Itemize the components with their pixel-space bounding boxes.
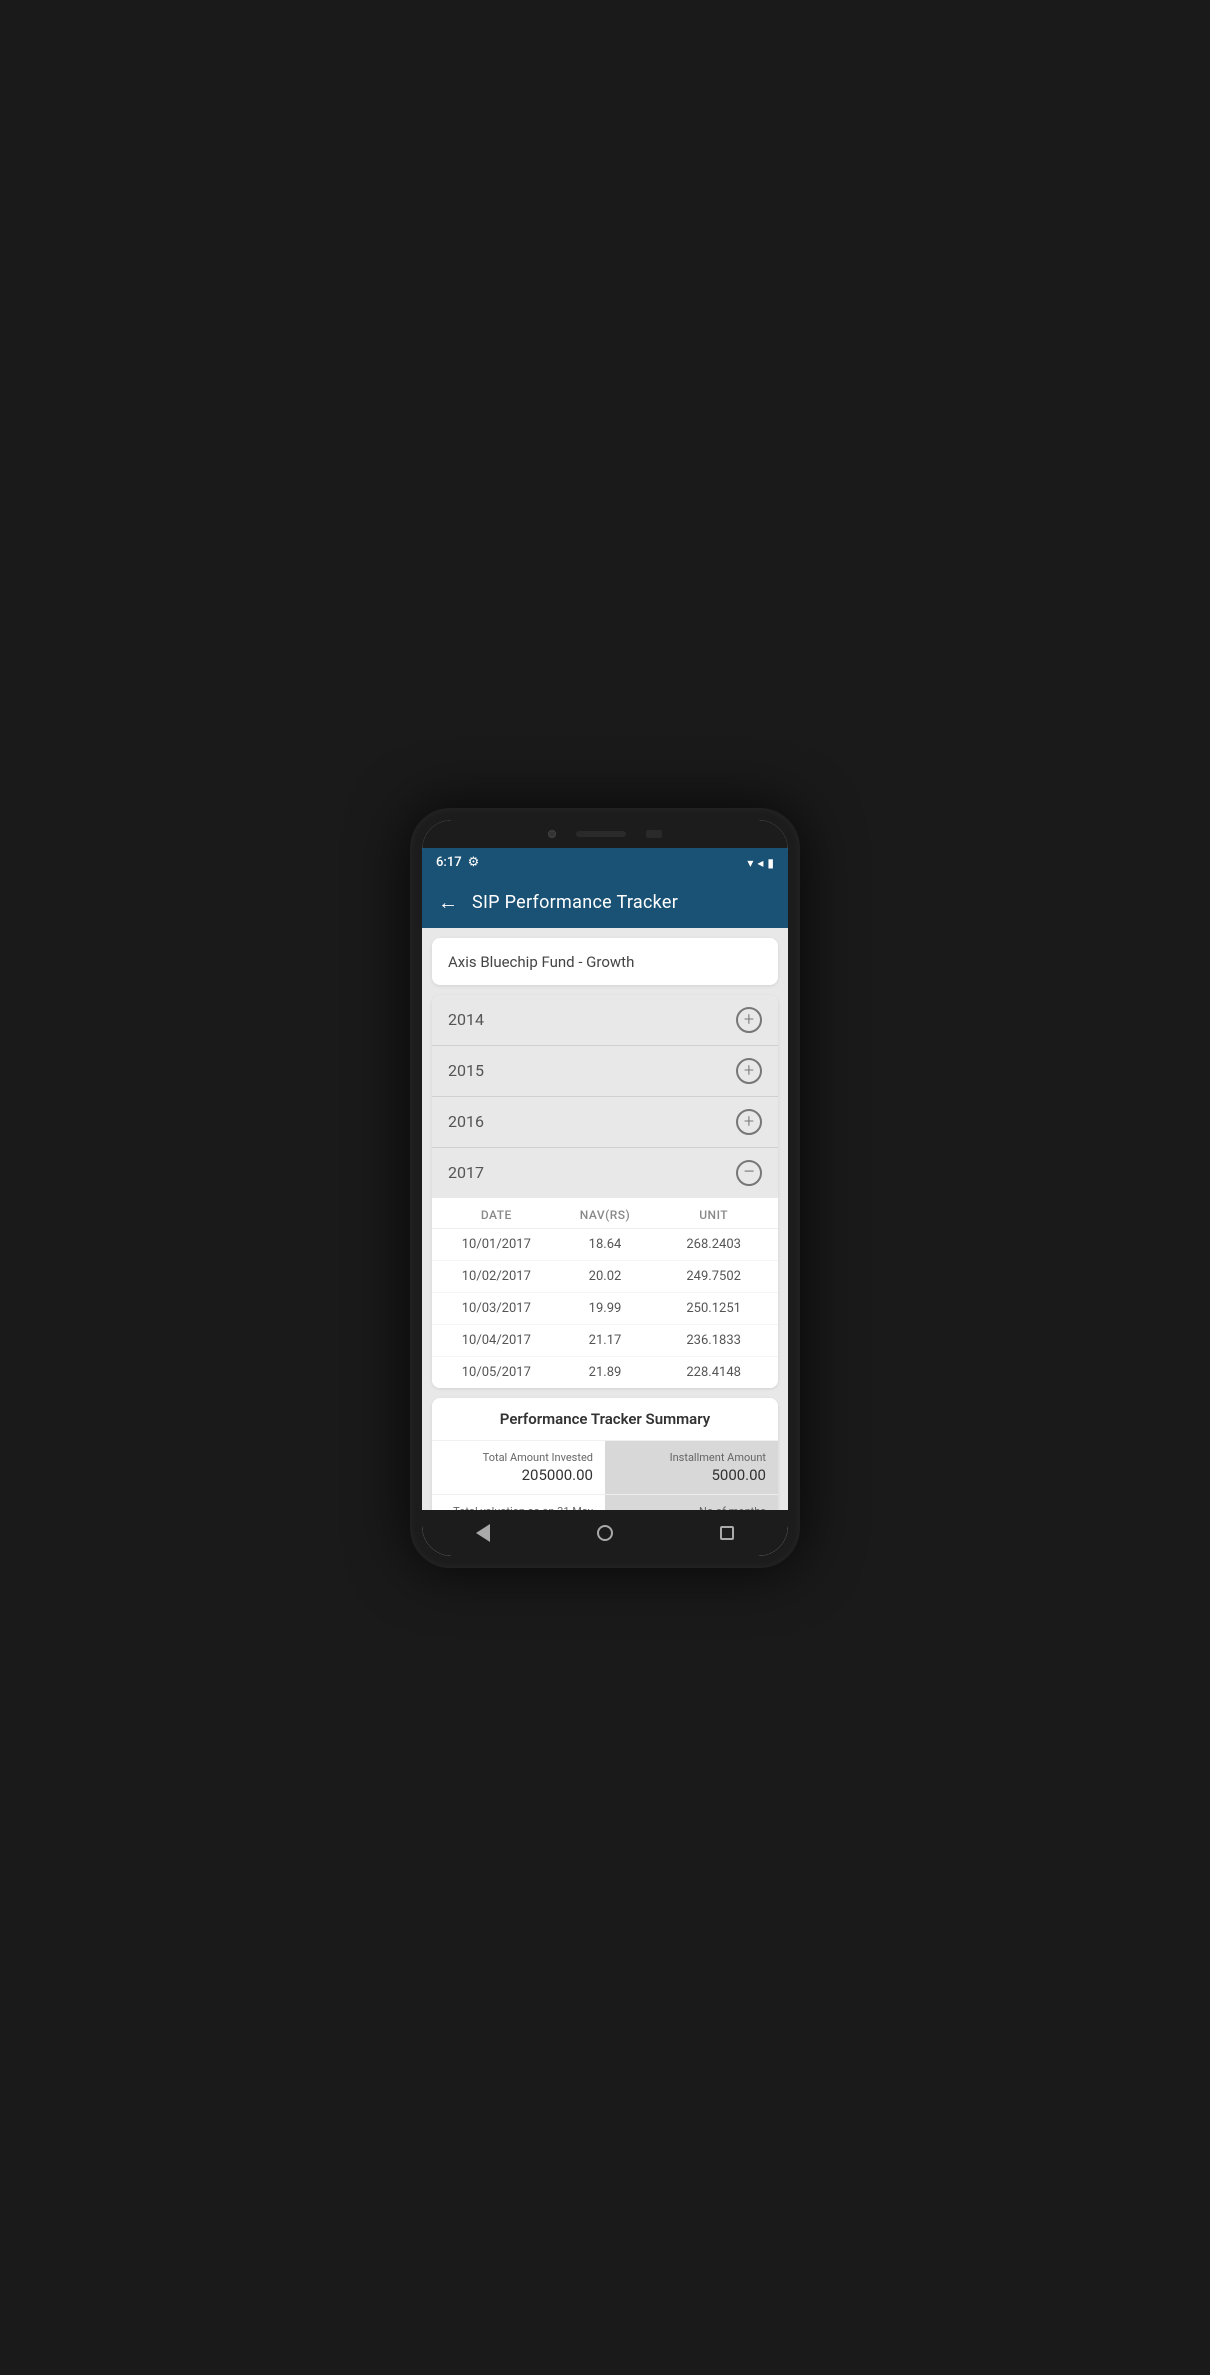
table-row: 10/01/2017 18.64 268.2403 bbox=[432, 1229, 778, 1261]
row4-date: 10/04/2017 bbox=[442, 1333, 551, 1348]
app-header: ← SIP Performance Tracker bbox=[422, 878, 788, 928]
total-invested-label: Total Amount Invested bbox=[444, 1451, 593, 1464]
year-row-2016[interactable]: 2016 + bbox=[432, 1097, 778, 1148]
table-row: 10/04/2017 21.17 236.1833 bbox=[432, 1325, 778, 1357]
year-label-2015: 2015 bbox=[448, 1061, 484, 1080]
page-title: SIP Performance Tracker bbox=[472, 892, 678, 913]
main-content: Axis Bluechip Fund - Growth 2014 + 2015 … bbox=[422, 928, 788, 1510]
recents-square-icon bbox=[720, 1526, 734, 1540]
fund-name-card: Axis Bluechip Fund - Growth bbox=[432, 938, 778, 985]
summary-valuation: Total valuation as on 31 May 2017 250762… bbox=[432, 1495, 605, 1510]
table-row: 10/03/2017 19.99 250.1251 bbox=[432, 1293, 778, 1325]
row1-nav: 18.64 bbox=[551, 1237, 660, 1252]
back-triangle-icon bbox=[476, 1524, 490, 1542]
col-nav: NAV(Rs) bbox=[551, 1208, 660, 1222]
row2-nav: 20.02 bbox=[551, 1269, 660, 1284]
year-row-2015[interactable]: 2015 + bbox=[432, 1046, 778, 1097]
year-label-2017: 2017 bbox=[448, 1163, 484, 1182]
row2-unit: 249.7502 bbox=[659, 1269, 768, 1284]
summary-title: Performance Tracker Summary bbox=[432, 1398, 778, 1441]
recents-nav-button[interactable] bbox=[712, 1518, 742, 1548]
row5-nav: 21.89 bbox=[551, 1365, 660, 1380]
row4-unit: 236.1833 bbox=[659, 1333, 768, 1348]
back-button[interactable]: ← bbox=[438, 890, 458, 915]
fund-name: Axis Bluechip Fund - Growth bbox=[448, 953, 634, 971]
status-bar: 6:17 ⚙ ▾ ◂ ▮ bbox=[422, 848, 788, 878]
summary-row-1: Total Amount Invested 205000.00 Installm… bbox=[432, 1441, 778, 1495]
year-accordion: 2014 + 2015 + 2016 + 2017 − bbox=[432, 995, 778, 1388]
row3-nav: 19.99 bbox=[551, 1301, 660, 1316]
expanded-table-2017: DATE NAV(Rs) UNIT 10/01/2017 18.64 268.2… bbox=[432, 1198, 778, 1388]
camera-dot bbox=[548, 830, 556, 838]
battery-icon: ▮ bbox=[767, 856, 774, 870]
summary-row-2: Total valuation as on 31 May 2017 250762… bbox=[432, 1495, 778, 1510]
home-circle-icon bbox=[597, 1525, 613, 1541]
year-row-2017[interactable]: 2017 − bbox=[432, 1148, 778, 1198]
valuation-label: Total valuation as on 31 May 2017 bbox=[444, 1505, 593, 1510]
speaker-grill bbox=[576, 831, 626, 837]
home-nav-button[interactable] bbox=[589, 1517, 621, 1549]
row5-date: 10/05/2017 bbox=[442, 1365, 551, 1380]
months-label: No of months bbox=[617, 1505, 766, 1510]
back-nav-button[interactable] bbox=[468, 1516, 498, 1550]
expand-icon-2016: + bbox=[736, 1109, 762, 1135]
row4-nav: 21.17 bbox=[551, 1333, 660, 1348]
row1-date: 10/01/2017 bbox=[442, 1237, 551, 1252]
table-header: DATE NAV(Rs) UNIT bbox=[432, 1198, 778, 1229]
installment-value: 5000.00 bbox=[617, 1466, 766, 1484]
year-label-2016: 2016 bbox=[448, 1112, 484, 1131]
bottom-navigation bbox=[422, 1510, 788, 1556]
collapse-icon-2017: − bbox=[736, 1160, 762, 1186]
status-left: 6:17 ⚙ bbox=[436, 855, 479, 870]
summary-months: No of months 41 bbox=[605, 1495, 778, 1510]
total-invested-value: 205000.00 bbox=[444, 1466, 593, 1484]
time-display: 6:17 bbox=[436, 855, 462, 870]
table-row: 10/02/2017 20.02 249.7502 bbox=[432, 1261, 778, 1293]
status-right: ▾ ◂ ▮ bbox=[747, 856, 774, 870]
table-row: 10/05/2017 21.89 228.4148 bbox=[432, 1357, 778, 1388]
year-row-2014[interactable]: 2014 + bbox=[432, 995, 778, 1046]
phone-top-bar bbox=[422, 820, 788, 848]
installment-label: Installment Amount bbox=[617, 1451, 766, 1464]
col-unit: UNIT bbox=[659, 1208, 768, 1222]
summary-total-invested: Total Amount Invested 205000.00 bbox=[432, 1441, 605, 1494]
wifi-icon: ▾ bbox=[747, 856, 753, 870]
row3-unit: 250.1251 bbox=[659, 1301, 768, 1316]
signal-icon: ◂ bbox=[757, 856, 763, 870]
col-date: DATE bbox=[442, 1208, 551, 1222]
expand-icon-2015: + bbox=[736, 1058, 762, 1084]
row2-date: 10/02/2017 bbox=[442, 1269, 551, 1284]
year-label-2014: 2014 bbox=[448, 1010, 484, 1029]
expand-icon-2014: + bbox=[736, 1007, 762, 1033]
row3-date: 10/03/2017 bbox=[442, 1301, 551, 1316]
settings-icon: ⚙ bbox=[468, 855, 480, 870]
row1-unit: 268.2403 bbox=[659, 1237, 768, 1252]
performance-summary: Performance Tracker Summary Total Amount… bbox=[432, 1398, 778, 1510]
row5-unit: 228.4148 bbox=[659, 1365, 768, 1380]
sensor bbox=[646, 830, 662, 838]
summary-installment: Installment Amount 5000.00 bbox=[605, 1441, 778, 1494]
